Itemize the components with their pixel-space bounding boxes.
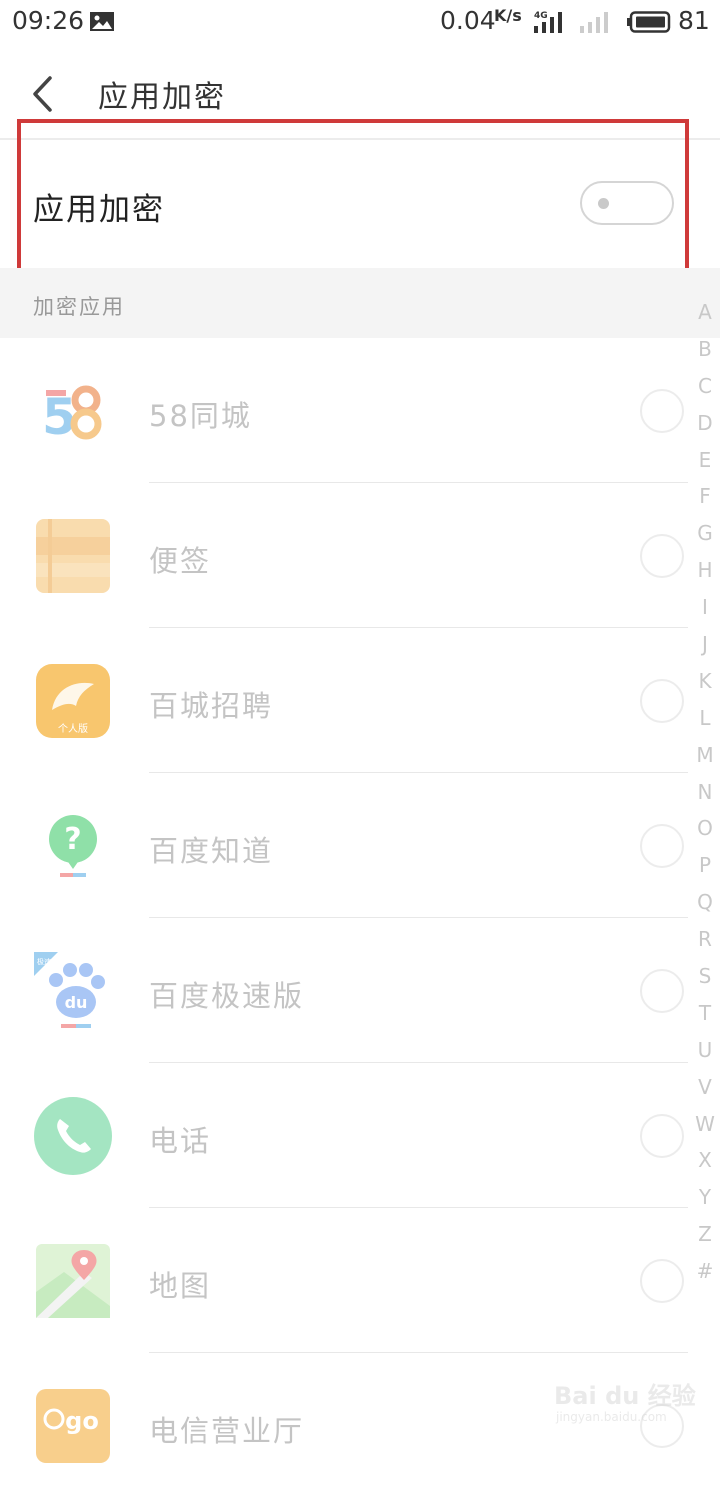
section-header: 加密应用 [0,268,720,338]
app-name: 电话 [149,1124,212,1158]
alpha-index-letter[interactable]: J [690,626,720,663]
alpha-index-letter[interactable]: L [690,700,720,737]
map-icon [36,1244,110,1318]
alpha-index-letter[interactable]: T [690,995,720,1032]
watermark-sub: jingyan.baidu.com [556,1410,667,1424]
section-title: 加密应用 [33,295,125,319]
app-name: 百度知道 [149,834,274,868]
icon-badge: 极速 [37,957,51,966]
alpha-index-letter[interactable]: S [690,958,720,995]
app-select-radio[interactable] [640,1259,684,1303]
alpha-index-letter[interactable]: U [690,1032,720,1069]
svg-text:?: ? [64,822,81,857]
baicheng-recruit-icon: 个人版 [36,664,110,738]
baidu-zhidao-icon: ? [49,815,97,877]
alpha-index-letter[interactable]: A [690,294,720,331]
highlight-annotation-box [17,119,689,283]
alpha-index-letter[interactable]: Q [690,884,720,921]
baidu-lite-icon: du 极速 [34,952,105,1028]
back-arrow-icon[interactable] [28,74,58,114]
svg-text:4G: 4G [534,11,548,21]
alpha-index-letter[interactable]: I [690,589,720,626]
net-speed-unit: K/s [494,6,522,25]
app-name: 便签 [149,544,212,578]
signal-4g-icon: 4G [534,11,562,33]
list-item[interactable]: 便签 [0,483,720,628]
alpha-index-letter[interactable]: B [690,331,720,368]
list-item[interactable]: du 极速 百度极速版 [0,918,720,1063]
alpha-index-letter[interactable]: R [690,921,720,958]
app-list: 5 58同城 便签 个人版 百城招聘 ? 百度知道 du 极速 百度极速版 电话… [0,338,720,1498]
net-speed: 0.04 [440,6,496,35]
icon-text: go [65,1407,99,1435]
alpha-index-letter[interactable]: O [690,810,720,847]
image-icon [90,12,114,31]
alpha-index-letter[interactable]: # [690,1253,720,1290]
alpha-index-letter[interactable]: V [690,1069,720,1106]
alpha-index-letter[interactable]: C [690,368,720,405]
app-select-radio[interactable] [640,679,684,723]
alpha-index-letter[interactable]: D [690,405,720,442]
alpha-index-letter[interactable]: F [690,478,720,515]
alpha-index-letter[interactable]: P [690,847,720,884]
alpha-index-letter[interactable]: N [690,774,720,811]
list-item[interactable]: 地图 [0,1208,720,1353]
alpha-index-letter[interactable]: Z [690,1216,720,1253]
telecom-icon: go [36,1389,110,1463]
alpha-index-letter[interactable]: E [690,442,720,479]
alpha-index-letter[interactable]: W [690,1106,720,1143]
signal-empty-icon [580,12,608,33]
svg-text:5: 5 [42,388,77,446]
battery-level: 81 [678,6,710,35]
battery-icon [627,11,671,33]
app-select-radio[interactable] [640,969,684,1013]
alpha-index-letter[interactable]: X [690,1142,720,1179]
list-item[interactable]: 个人版 百城招聘 [0,628,720,773]
app-name: 百城招聘 [149,689,274,723]
icon-text: 个人版 [58,722,88,735]
icon-text: du [65,993,88,1012]
list-item[interactable]: 5 58同城 [0,338,720,483]
app-name: 电信营业厅 [149,1414,305,1448]
alphabet-index[interactable]: A B C D E F G H I J K L M N O P Q R S T U V W X Y Z # [690,294,720,1290]
status-time: 09:26 [12,6,85,35]
alpha-index-letter[interactable]: M [690,737,720,774]
page-title: 应用加密 [98,80,226,115]
alpha-index-letter[interactable]: Y [690,1179,720,1216]
app-name: 地图 [149,1269,212,1303]
alpha-index-letter[interactable]: K [690,663,720,700]
list-item[interactable]: 电话 [0,1063,720,1208]
phone-icon [34,1097,112,1175]
app-select-radio[interactable] [640,389,684,433]
alpha-index-letter[interactable]: H [690,552,720,589]
watermark: Bai du 经验 jingyan.baidu.com [548,1370,698,1434]
app-select-radio[interactable] [640,534,684,578]
watermark-main: Bai du 经验 [554,1382,696,1410]
notes-icon [36,519,110,593]
app-name: 58同城 [149,399,252,433]
list-item[interactable]: ? 百度知道 [0,773,720,918]
app-select-radio[interactable] [640,1114,684,1158]
status-bar: 09:26 0.04 K/s 4G 81 [0,0,720,46]
alpha-index-letter[interactable]: G [690,515,720,552]
app-58-icon: 5 [42,385,102,446]
app-name: 百度极速版 [149,979,305,1013]
app-select-radio[interactable] [640,824,684,868]
